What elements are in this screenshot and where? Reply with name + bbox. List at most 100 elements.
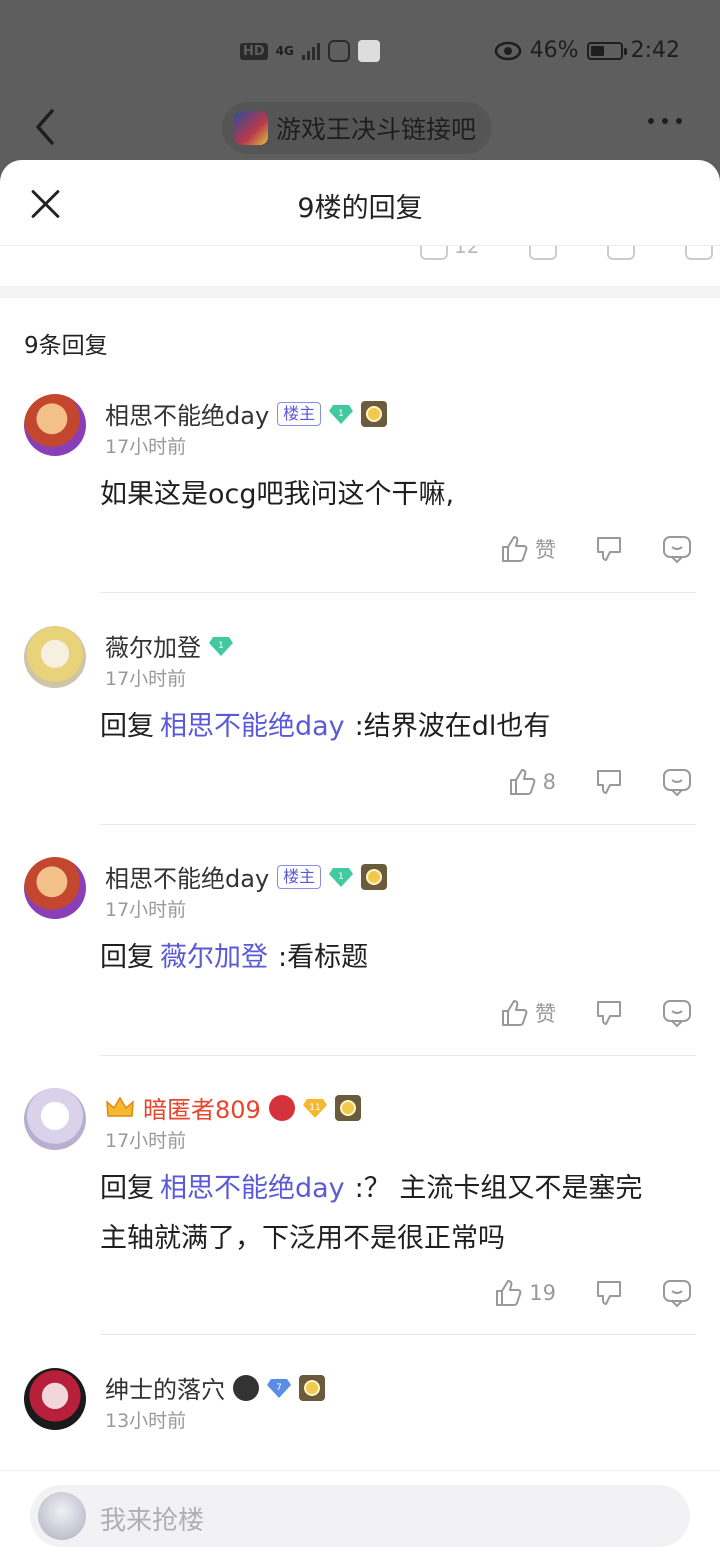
comment-icon[interactable] [662,998,692,1028]
owner-badge: 楼主 [277,864,322,889]
back-arrow-icon[interactable] [34,108,56,146]
parent-post-actions-peek: 12 [0,246,720,286]
level-gem-icon: 7 [267,1378,291,1398]
reply-time: 17小时前 [105,436,187,458]
top-nav: 游戏王决斗链接吧 [0,100,720,156]
thumbs-up-icon [502,1000,528,1026]
reply-item[interactable]: 暗匿者809 11 17小时前 回复 相思不能绝day :？ 主流卡组又不是塞完 主… [0,1088,720,1368]
status-bar: HD 4G 46% 2:42 [0,34,720,74]
medal-icon [361,400,388,427]
svg-text:11: 11 [309,1103,320,1113]
comment-icon[interactable] [662,534,692,564]
comment-icon[interactable] [607,246,636,260]
crown-icon [106,1096,134,1117]
signal-icon [301,42,320,60]
like-count: 19 [529,1281,556,1305]
dislike-icon[interactable] [594,1278,624,1308]
comment-icon[interactable] [662,767,692,797]
avatar[interactable] [24,626,86,688]
medal-icon [361,863,388,890]
share-icon[interactable] [685,246,714,260]
like-icon[interactable] [420,246,448,260]
comment-icon[interactable] [662,1278,692,1308]
network-type: 4G [275,44,294,58]
mention-link[interactable]: 相思不能绝day [160,1173,345,1204]
reply-content: 回复 薇尔加登 :看标题 [100,933,690,983]
reply-item[interactable]: 相思不能绝day 楼主 1 17小时前 回复 薇尔加登 :看标题 赞 [0,857,720,1088]
battery-percent: 46% [529,38,579,63]
like-count: 赞 [535,1002,556,1026]
more-icon[interactable] [648,118,682,124]
dislike-icon[interactable] [594,767,624,797]
reply-content: 回复 相思不能绝day :？ 主流卡组又不是塞完 主轴就满了，下泛用不是很正常吗 [100,1164,690,1264]
hd-badge: HD [240,42,268,60]
thumbs-up-icon [502,536,528,562]
sheet-header: 9楼的回复 [0,160,720,246]
smirk-face-icon [233,1374,259,1401]
reply-divider [100,1055,696,1056]
reply-divider [100,1334,696,1335]
svg-text:7: 7 [276,1383,282,1393]
forum-avatar [234,111,268,145]
avatar[interactable] [24,1088,86,1150]
reply-divider [100,592,696,593]
thumbs-up-icon [496,1280,522,1306]
username[interactable]: 相思不能绝day [105,859,269,894]
reply-input[interactable]: 我来抢楼 [30,1485,690,1547]
my-avatar [38,1492,86,1540]
reply-text: :看标题 [278,942,369,973]
reply-sheet: 9楼的回复 12 9条回复 相思不能绝day 楼主 1 17小时前 如果这是oc… [0,160,720,1560]
username[interactable]: 薇尔加登 [105,628,201,663]
level-gem-icon: 1 [329,867,354,887]
svg-text:1: 1 [338,872,344,882]
dislike-icon[interactable] [594,998,624,1028]
like-button[interactable]: 19 [493,1278,556,1308]
like-button[interactable]: 8 [507,767,556,797]
like-button[interactable]: 赞 [499,534,556,564]
reply-prefix: 回复 [100,942,154,973]
like-count: 赞 [535,538,556,562]
like-button[interactable]: 赞 [499,998,556,1028]
like-count: 8 [542,770,556,794]
eye-icon [494,41,521,60]
username[interactable]: 暗匿者809 [143,1090,261,1125]
reply-time: 17小时前 [105,899,187,921]
thumbs-up-icon [509,769,536,795]
reply-text-line1: :？ 主流卡组又不是塞完 [354,1173,643,1204]
level-gem-icon: 1 [329,404,354,424]
svg-text:1: 1 [218,641,224,651]
reply-prefix: 回复 [100,711,154,742]
reply-text: :结界波在dl也有 [354,711,551,742]
svg-text:1: 1 [338,409,344,419]
avatar[interactable] [24,394,86,456]
reply-text-line2: 主轴就满了，下泛用不是很正常吗 [100,1223,505,1254]
angry-face-icon [268,1094,295,1121]
username[interactable]: 相思不能绝day [105,396,269,431]
medal-icon [299,1374,325,1401]
notification-icon [327,40,350,62]
reply-count: 9条回复 [24,333,108,359]
bottom-input-bar: 我来抢楼 [0,1470,720,1560]
owner-badge: 楼主 [277,401,322,426]
mention-link[interactable]: 薇尔加登 [160,942,268,973]
forum-name: 游戏王决斗链接吧 [276,115,477,144]
mention-link[interactable]: 相思不能绝day [160,711,345,742]
reply-time: 17小时前 [105,1130,187,1152]
username[interactable]: 绅士的落穴 [105,1370,225,1405]
level-gem-icon: 1 [209,636,233,656]
clock: 2:42 [630,38,680,63]
reply-item[interactable]: 薇尔加登 1 17小时前 回复 相思不能绝day :结界波在dl也有 8 [0,626,720,857]
reply-content: 回复 相思不能绝day :结界波在dl也有 [100,702,690,752]
dislike-icon[interactable] [529,246,558,260]
forum-pill[interactable]: 游戏王决斗链接吧 [222,102,493,154]
level-gem-icon: 11 [302,1098,327,1118]
reply-prefix: 回复 [100,1173,154,1204]
reply-time: 17小时前 [105,668,187,690]
avatar[interactable] [24,1368,86,1430]
avatar[interactable] [24,857,86,919]
peek-like-count: 12 [454,246,480,258]
reply-item[interactable]: 相思不能绝day 楼主 1 17小时前 如果这是ocg吧我问这个干嘛, 赞 [0,394,720,626]
reply-content: 如果这是ocg吧我问这个干嘛, [100,479,455,510]
dislike-icon[interactable] [594,534,624,564]
reply-input-placeholder: 我来抢楼 [100,1506,205,1536]
